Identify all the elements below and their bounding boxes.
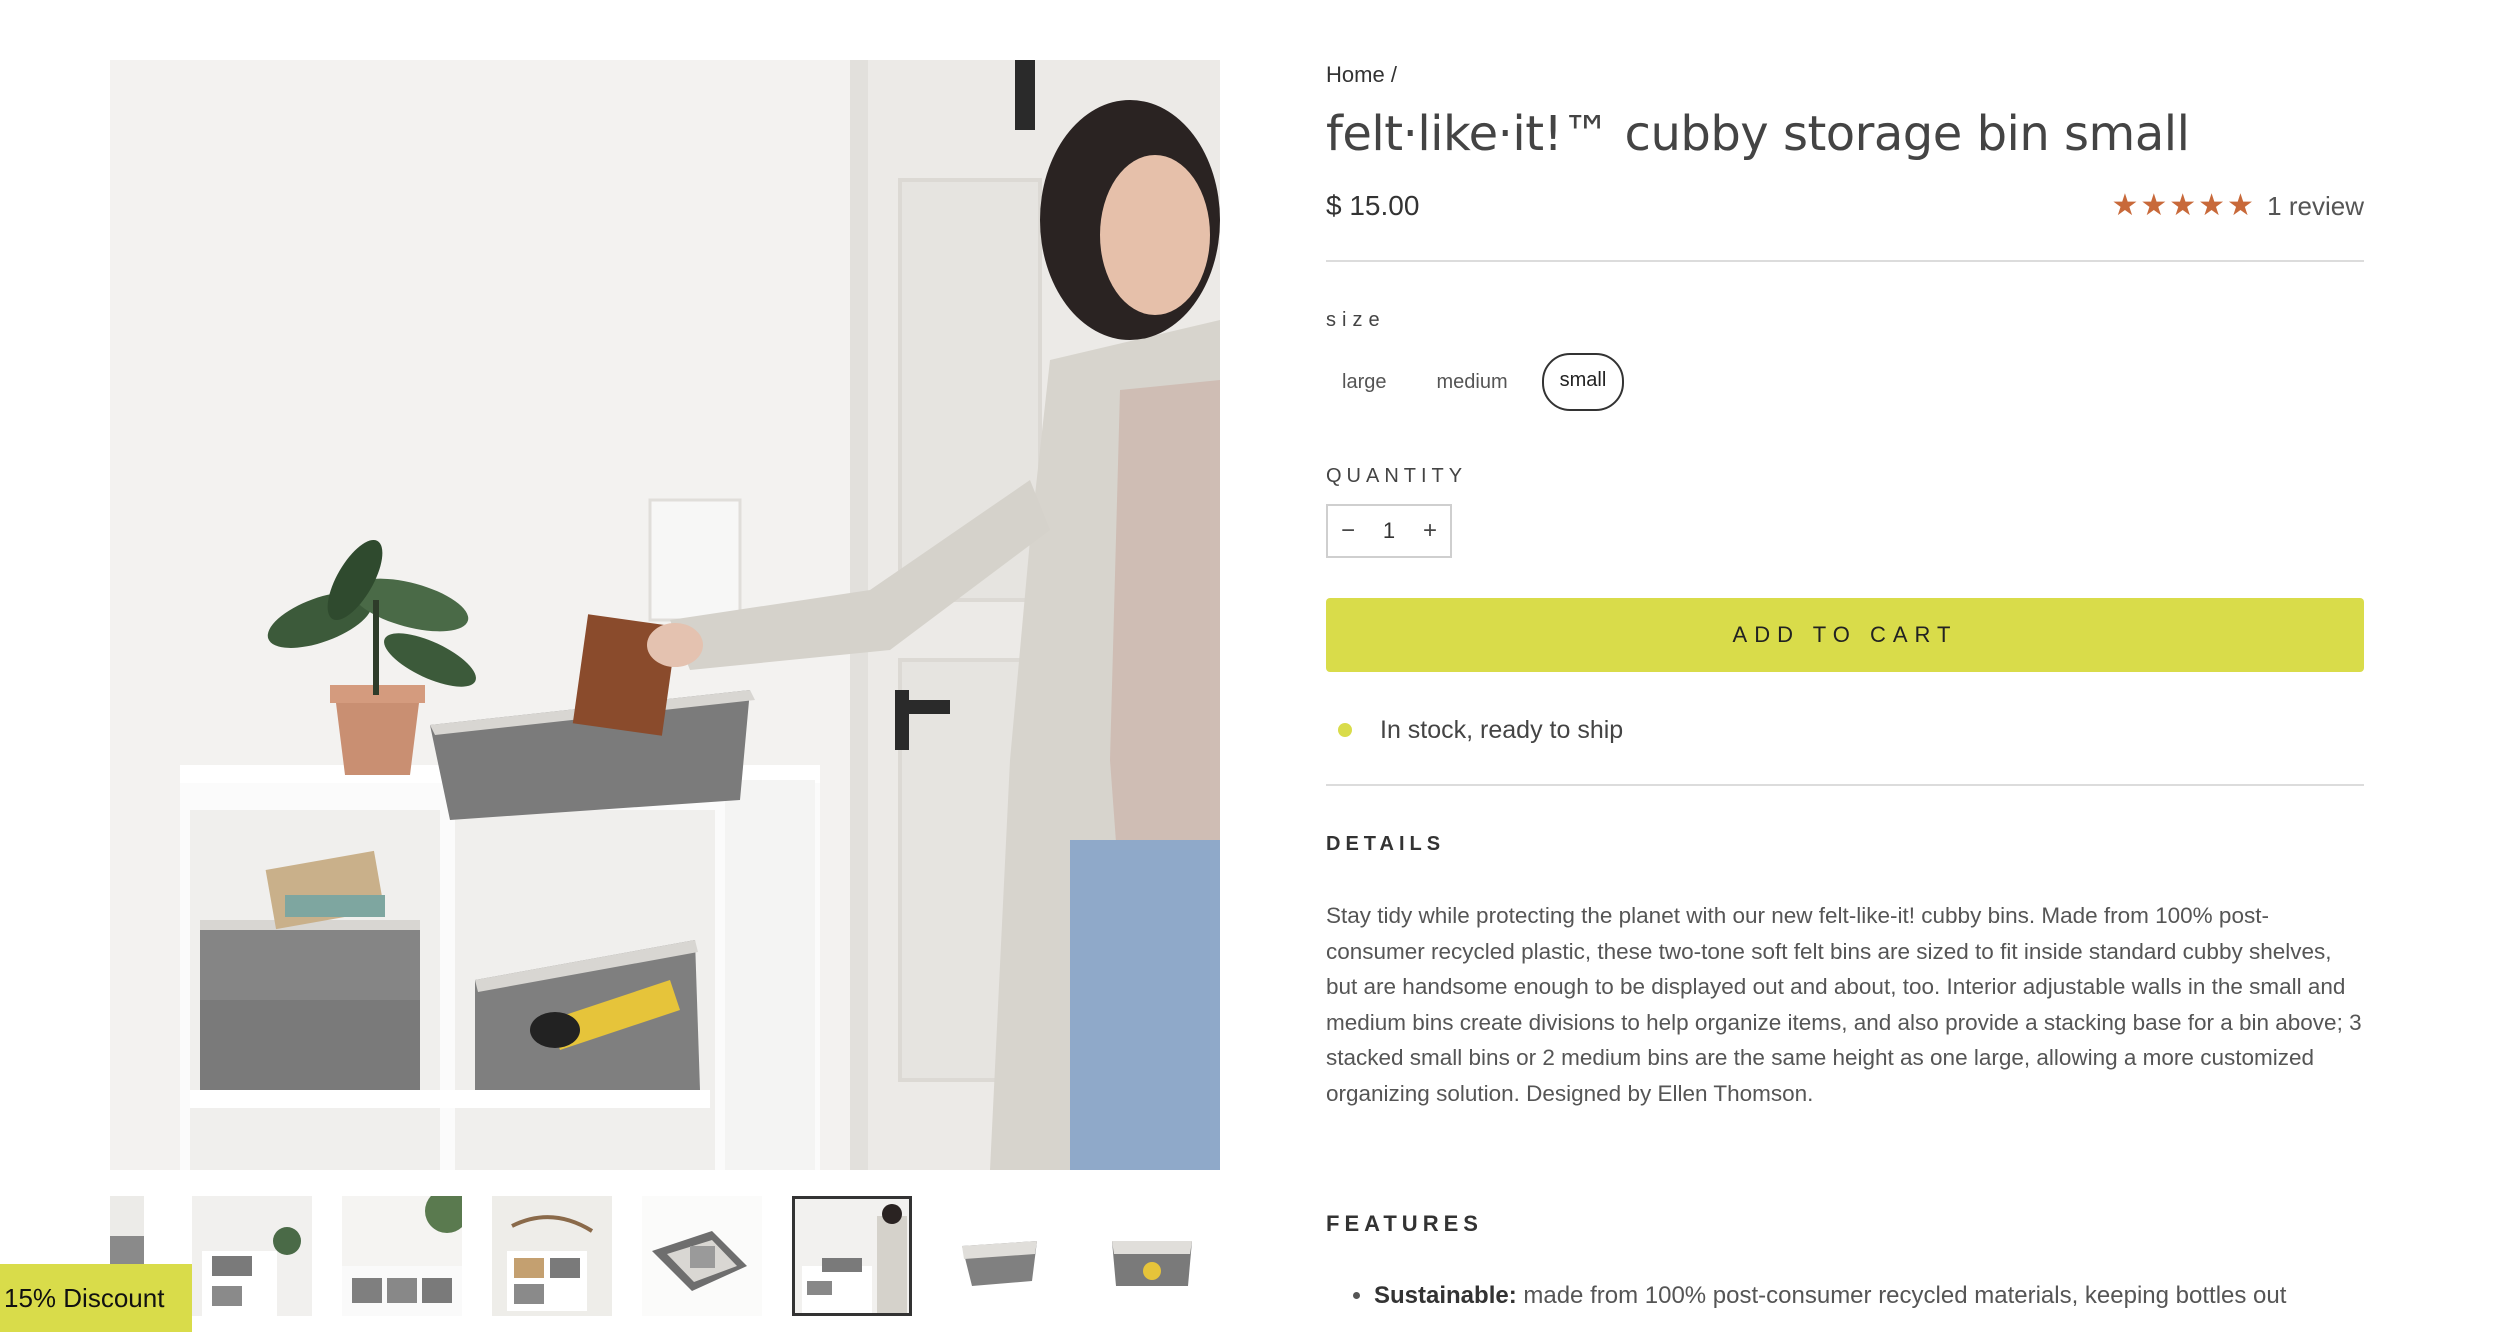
breadcrumb: Home / [1326,60,2364,90]
quantity-input[interactable] [1369,518,1409,544]
quantity-decrease-button[interactable]: − [1328,517,1368,545]
product-title: felt·like·it!™ cubby storage bin small [1326,106,2190,162]
thumbnail-6[interactable] [942,1196,1062,1316]
thumbnail-2[interactable] [342,1196,462,1316]
product-price: $ 15.00 [1326,190,1420,221]
size-option-small[interactable]: small [1541,353,1625,411]
rating-summary[interactable]: ★★★★★ 1 review [2111,186,2364,226]
main-product-image[interactable] [110,60,1220,1170]
divider [1326,784,2364,786]
size-option-large[interactable]: large [1326,355,1402,409]
thumbnail-3[interactable] [492,1196,612,1316]
star-rating-icon: ★★★★★ [2111,189,2256,222]
stock-status: In stock, ready to ship [1326,710,2364,750]
quantity-increase-button[interactable]: + [1410,517,1450,545]
thumbnail-strip [110,1196,1220,1318]
stock-indicator-icon [1338,723,1352,737]
thumbnail-1[interactable] [192,1196,312,1316]
price-row: $ 15.00 ★★★★★ 1 review [1326,186,2364,226]
breadcrumb-home-link[interactable]: Home [1326,62,1385,87]
product-info: Home / felt·like·it!™ cubby storage bin … [1326,60,2364,1313]
thumbnail-4[interactable] [642,1196,762,1316]
features-list: Sustainable: made from 100% post-consume… [1326,1279,2364,1313]
quantity-label: QUANTITY [1326,465,1468,487]
feature-text: made from 100% post-consumer recycled ma… [1516,1282,2287,1309]
divider [1326,260,2364,262]
details-heading: DETAILS [1326,833,1446,855]
thumbnail-5-active[interactable] [792,1196,912,1316]
quantity-stepper: − + [1326,504,1452,558]
add-to-cart-button[interactable]: ADD TO CART [1326,598,2364,672]
feature-item: Sustainable: made from 100% post-consume… [1374,1279,2364,1313]
details-description: Stay tidy while protecting the planet wi… [1326,903,2362,1106]
size-options: large medium small [1326,353,2364,411]
product-photo [110,60,1220,1170]
size-label: size [1326,309,1386,331]
feature-title: Sustainable: [1374,1282,1517,1309]
stock-text: In stock, ready to ship [1380,715,1624,744]
size-option-medium[interactable]: medium [1420,355,1523,409]
breadcrumb-separator: / [1390,62,1397,87]
features-heading: FEATURES [1326,1211,1483,1236]
product-page: 15% Discount Home / felt·like·it!™ cubby… [0,0,2500,1332]
thumbnail-7[interactable] [1092,1196,1212,1316]
review-count: 1 review [2267,191,2364,221]
discount-tab[interactable]: 15% Discount [0,1264,192,1332]
